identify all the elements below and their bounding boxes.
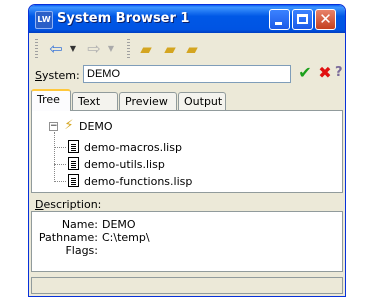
folder-new-icon: ▰ — [186, 40, 198, 58]
tree-connector — [54, 132, 55, 182]
folder-up-button[interactable]: ▰ — [135, 39, 157, 59]
flags-key: Flags: — [65, 244, 98, 257]
system-browser-window: LW System Browser 1 ✕ ⇦ ▼ ⇨ ▼ ▰ ▰ ▰ Syst… — [28, 4, 346, 297]
system-label: System: — [35, 69, 80, 82]
dropdown-arrow-icon: ▼ — [69, 44, 77, 53]
tab-tree[interactable]: Tree — [31, 89, 71, 111]
checkmark-icon[interactable]: ✔ — [297, 63, 313, 83]
tree-node-file[interactable]: demo-macros.lisp — [84, 141, 182, 154]
tree-node-demo[interactable]: DEMO — [79, 120, 113, 133]
tree-view[interactable]: − ⚡ DEMO demo-macros.lisp demo-utils.lis… — [31, 110, 343, 193]
folder-open-icon: ▰ — [164, 40, 176, 58]
back-arrow-icon: ⇦ — [49, 39, 63, 58]
toolbar: ⇦ ▼ ⇨ ▼ ▰ ▰ ▰ — [33, 37, 341, 61]
tab-text[interactable]: Text — [72, 92, 118, 110]
minimize-icon — [275, 22, 282, 25]
description-label: Description: — [35, 198, 102, 211]
tab-output[interactable]: Output — [178, 92, 226, 110]
file-icon — [68, 174, 79, 187]
folder-open-button[interactable]: ▰ — [159, 39, 181, 59]
forward-arrow-icon: ⇨ — [87, 39, 101, 58]
description-pane[interactable]: Name: DEMO Pathname: C:\temp\ Flags: — [31, 211, 343, 272]
window-title: System Browser 1 — [57, 11, 190, 26]
tree-node-file[interactable]: demo-utils.lisp — [84, 158, 165, 171]
tree-connector — [54, 181, 66, 182]
file-icon — [68, 157, 79, 170]
system-input[interactable] — [83, 65, 291, 83]
tree-node-file[interactable]: demo-functions.lisp — [84, 175, 192, 188]
forward-history-dropdown[interactable]: ▼ — [107, 39, 115, 59]
maximize-icon — [297, 14, 308, 24]
close-button[interactable]: ✕ — [315, 9, 336, 30]
name-key: Name: — [61, 218, 98, 231]
toolbar-grip[interactable] — [127, 39, 130, 58]
back-history-dropdown[interactable]: ▼ — [69, 39, 77, 59]
tree-connector — [54, 164, 66, 165]
toolbar-grip[interactable] — [35, 39, 38, 58]
minimize-button[interactable] — [269, 9, 290, 30]
maximize-button[interactable] — [292, 9, 313, 30]
tree-expander-minus[interactable]: − — [49, 122, 58, 131]
forward-button[interactable]: ⇨ — [83, 39, 105, 59]
dropdown-arrow-icon: ▼ — [107, 44, 115, 53]
title-bar[interactable]: LW System Browser 1 ✕ — [29, 5, 345, 33]
status-bar — [31, 277, 343, 294]
name-value: DEMO — [102, 218, 136, 231]
tree-connector — [54, 147, 66, 148]
folder-up-icon: ▰ — [140, 40, 152, 58]
pathname-value: C:\temp\ — [102, 231, 150, 244]
back-button[interactable]: ⇦ — [45, 39, 67, 59]
tab-preview[interactable]: Preview — [119, 92, 177, 110]
close-icon: ✕ — [319, 10, 332, 28]
file-icon — [68, 140, 79, 153]
folder-new-button[interactable]: ▰ — [181, 39, 203, 59]
help-icon[interactable]: ? — [335, 63, 345, 83]
red-x-icon[interactable]: ✖ — [317, 63, 333, 83]
system-icon: ⚡ — [64, 118, 74, 133]
app-icon[interactable]: LW — [35, 11, 53, 29]
pathname-key: Pathname: — [38, 231, 98, 244]
